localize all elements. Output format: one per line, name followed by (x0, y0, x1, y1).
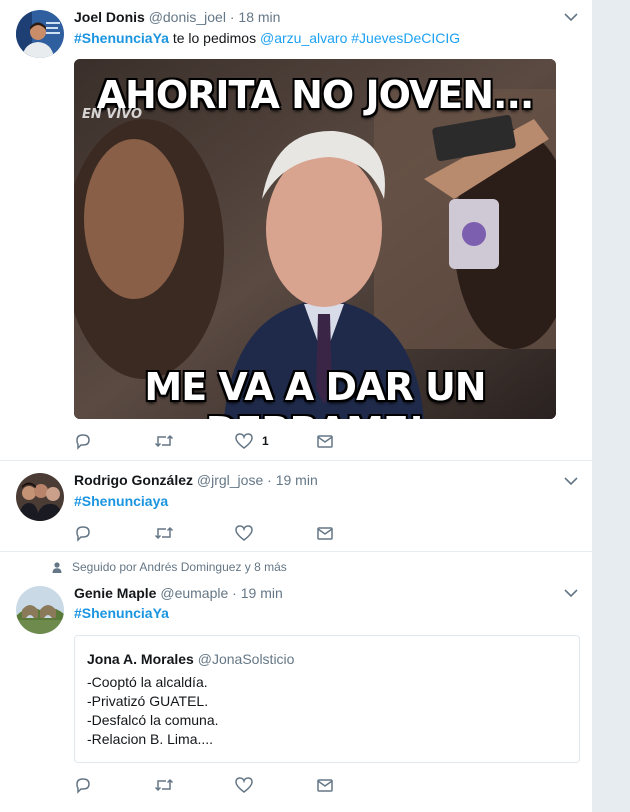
timestamp[interactable]: 18 min (238, 9, 280, 25)
tweet-actions (74, 522, 374, 544)
chevron-down-icon[interactable] (562, 11, 580, 23)
timeline: Joel Donis @donis_joel · 18 min #Shenunc… (0, 0, 592, 812)
username[interactable]: @eumaple (160, 585, 228, 601)
separator: · (232, 585, 237, 601)
hashtag-link[interactable]: #ShenunciaYa (74, 30, 169, 46)
person-icon (52, 561, 62, 573)
tweet-header: Joel Donis @donis_joel · 18 min (74, 8, 280, 27)
quoted-text-line: -Privatizó GUATEL. (87, 693, 209, 709)
avatar[interactable] (16, 586, 64, 634)
like-button[interactable]: 1 (234, 430, 269, 452)
hashtag-link[interactable]: #JuevesDeCICIG (351, 30, 460, 46)
direct-message-button[interactable] (316, 774, 334, 796)
like-count: 1 (262, 434, 269, 448)
retweet-button[interactable] (154, 522, 174, 544)
social-context-text[interactable]: Seguido por Andrés Dominguez y 8 más (72, 560, 287, 574)
display-name[interactable]: Rodrigo González (74, 472, 193, 488)
retweet-button[interactable] (154, 430, 174, 452)
tweet-text: #ShenunciaYa (74, 604, 169, 623)
direct-message-button[interactable] (316, 522, 334, 544)
quoted-tweet-header: Jona A. Morales @JonaSolsticio (87, 650, 294, 668)
quoted-display-name: Jona A. Morales (87, 651, 194, 667)
social-context: Seguido por Andrés Dominguez y 8 más (52, 560, 287, 574)
reply-icon (76, 434, 90, 450)
envelope-icon (317, 779, 333, 792)
chevron-down-icon[interactable] (562, 587, 580, 599)
reply-button[interactable] (74, 774, 92, 796)
username[interactable]: @donis_joel (149, 9, 226, 25)
reply-button[interactable] (74, 430, 92, 452)
display-name[interactable]: Joel Donis (74, 9, 145, 25)
quoted-text-line: -Relacion B. Lima.... (87, 731, 214, 747)
tweet-media-image[interactable]: AHORITA NO JOVEN... EN VIVO ME VA A DAR … (74, 59, 556, 419)
tweet-actions: 1 (74, 430, 374, 452)
tweet-header: Rodrigo González @jrgl_jose · 19 min (74, 471, 318, 490)
separator: · (229, 9, 235, 25)
retweet-icon (154, 434, 174, 448)
heart-icon (235, 433, 253, 449)
retweet-icon (154, 778, 174, 792)
retweet-button[interactable] (154, 774, 174, 796)
direct-message-button[interactable] (316, 430, 334, 452)
tweet-text-plain: te lo pedimos (172, 30, 257, 46)
tweet-joel-donis[interactable]: Joel Donis @donis_joel · 18 min #Shenunc… (0, 0, 592, 461)
reply-icon (76, 778, 90, 794)
timestamp[interactable]: 19 min (241, 585, 283, 601)
tweet-text: #ShenunciaYa te lo pedimos @arzu_alvaro … (74, 29, 460, 48)
heart-icon (235, 525, 253, 541)
quoted-text-line: -Cooptó la alcaldía. (87, 674, 208, 690)
quoted-tweet[interactable]: Jona A. Morales @JonaSolsticio -Cooptó l… (74, 635, 580, 763)
live-watermark: EN VIVO (82, 107, 143, 122)
separator: · (267, 472, 272, 488)
tweet-genie-maple[interactable]: Seguido por Andrés Dominguez y 8 más Gen… (0, 552, 592, 812)
meme-bottom-text: ME VA A DAR UN DERRAME! (144, 365, 486, 419)
mention-link[interactable]: @arzu_alvaro (260, 30, 347, 46)
retweet-icon (154, 526, 174, 540)
tweet-actions (74, 774, 374, 796)
quoted-text-line: -Desfalcó la comuna. (87, 712, 219, 728)
quoted-username: @JonaSolsticio (197, 651, 295, 667)
heart-icon (235, 777, 253, 793)
username[interactable]: @jrgl_jose (197, 472, 263, 488)
display-name[interactable]: Genie Maple (74, 585, 156, 601)
reply-button[interactable] (74, 522, 92, 544)
like-button[interactable] (234, 522, 254, 544)
tweet-header: Genie Maple @eumaple · 19 min (74, 584, 283, 603)
avatar[interactable] (16, 10, 64, 58)
chevron-down-icon[interactable] (562, 475, 580, 487)
tweet-text: #Shenunciaya (74, 492, 168, 511)
timestamp[interactable]: 19 min (276, 472, 318, 488)
reply-icon (76, 526, 90, 542)
envelope-icon (317, 527, 333, 540)
avatar[interactable] (16, 473, 64, 521)
meme-top-text: AHORITA NO JOVEN... (96, 73, 535, 117)
hashtag-link[interactable]: #Shenunciaya (74, 493, 168, 509)
hashtag-link[interactable]: #ShenunciaYa (74, 605, 169, 621)
like-button[interactable] (234, 774, 254, 796)
envelope-icon (317, 435, 333, 448)
tweet-rodrigo-gonzalez[interactable]: Rodrigo González @jrgl_jose · 19 min #Sh… (0, 461, 592, 552)
